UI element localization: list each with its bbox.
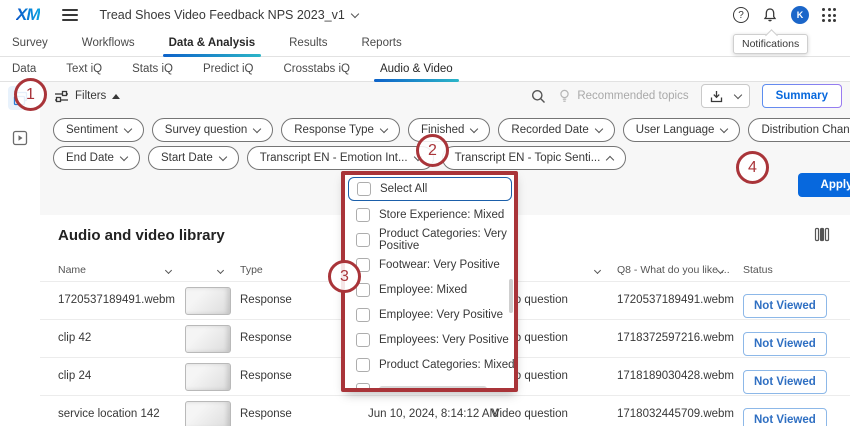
summary-button[interactable]: Summary (762, 84, 842, 108)
column-header-name[interactable]: Name (58, 264, 86, 276)
chevron-down-icon (351, 9, 359, 17)
primary-nav: Survey Workflows Data & Analysis Results… (0, 30, 850, 57)
column-sort-chevron[interactable] (595, 264, 600, 276)
search-icon[interactable] (531, 89, 546, 104)
filter-chip-response-type[interactable]: Response Type (281, 118, 400, 142)
sidebar-item-video-player[interactable] (10, 128, 30, 148)
filter-chips-row-1: Sentiment Survey question Response Type … (53, 118, 850, 142)
status-badge: Not Viewed (743, 332, 827, 356)
cell-name: clip 24 (58, 370, 91, 382)
annotation-circle-2: 2 (416, 134, 449, 167)
table-row[interactable]: service location 142 Response Jun 10, 20… (40, 395, 850, 426)
app-window: XM Tread Shoes Video Feedback NPS 2023_v… (0, 0, 850, 426)
project-title: Tread Shoes Video Feedback NPS 2023_v1 (100, 8, 345, 22)
tab-crosstabs-iq[interactable]: Crosstabs iQ (284, 57, 350, 81)
filter-chip-start-date[interactable]: Start Date (148, 146, 239, 170)
notifications-tooltip: Notifications (733, 34, 808, 54)
xm-logo: XM (16, 5, 40, 25)
video-thumbnail[interactable] (185, 363, 231, 391)
manage-columns-icon[interactable] (814, 227, 830, 242)
chevron-down-icon (733, 91, 741, 99)
annotation-circle-3: 3 (328, 260, 361, 293)
tab-data-analysis[interactable]: Data & Analysis (169, 30, 256, 56)
tab-survey[interactable]: Survey (12, 30, 48, 56)
status-badge: Not Viewed (743, 370, 827, 394)
export-download-icon (710, 90, 723, 103)
lightbulb-icon (558, 89, 571, 103)
tab-reports[interactable]: Reports (361, 30, 401, 56)
cell-type: Response (240, 332, 292, 344)
column-sort-chevron[interactable] (218, 264, 223, 276)
recommended-topics-label: Recommended topics (577, 90, 688, 102)
top-bar: XM Tread Shoes Video Feedback NPS 2023_v… (0, 0, 850, 30)
filter-chip-recorded-date[interactable]: Recorded Date (498, 118, 614, 142)
column-sort-chevron[interactable] (718, 264, 723, 276)
filter-chip-sentiment[interactable]: Sentiment (53, 118, 144, 142)
cell-q8: 1718372597216.webm (617, 332, 734, 344)
apps-grid-icon[interactable] (822, 8, 836, 22)
filter-chip-transcript-emotion[interactable]: Transcript EN - Emotion Int... (247, 146, 434, 170)
cell-q8: 1718189030428.webm (617, 370, 734, 382)
library-title: Audio and video library (58, 227, 225, 244)
cell-source: Video question (492, 408, 568, 420)
help-icon[interactable]: ? (733, 7, 749, 23)
tab-results[interactable]: Results (289, 30, 327, 56)
recommended-topics-button[interactable]: Recommended topics (558, 89, 688, 103)
video-thumbnail[interactable] (185, 287, 231, 315)
filter-chip-user-language[interactable]: User Language (623, 118, 741, 142)
tab-predict-iq[interactable]: Predict iQ (203, 57, 254, 81)
tab-text-iq[interactable]: Text iQ (66, 57, 102, 81)
summary-label: Summary (776, 90, 828, 102)
annotation-circle-1: 1 (14, 78, 47, 111)
video-thumbnail[interactable] (185, 325, 231, 353)
hamburger-menu-icon[interactable] (62, 6, 78, 24)
apply-button[interactable]: Apply (798, 173, 850, 197)
tab-stats-iq[interactable]: Stats iQ (132, 57, 173, 81)
cell-type: Response (240, 408, 292, 420)
cell-q8: 1720537189491.webm (617, 294, 734, 306)
cell-name: clip 42 (58, 332, 91, 344)
cell-type: Response (240, 294, 292, 306)
tab-workflows[interactable]: Workflows (82, 30, 135, 56)
caret-up-icon (112, 94, 120, 99)
column-header-type[interactable]: Type (240, 264, 263, 276)
secondary-nav: Data Text iQ Stats iQ Predict iQ Crossta… (0, 57, 850, 82)
column-sort-chevron[interactable] (166, 264, 171, 276)
export-button[interactable] (701, 84, 750, 108)
tab-audio-video[interactable]: Audio & Video (380, 57, 453, 81)
filter-chips-row-2: End Date Start Date Transcript EN - Emot… (53, 146, 626, 170)
filters-label: Filters (75, 90, 106, 102)
video-play-icon (12, 130, 28, 146)
status-badge: Not Viewed (743, 294, 827, 318)
annotation-rectangle-3 (341, 171, 518, 392)
user-avatar[interactable]: K (791, 6, 809, 24)
cell-q8: 1718032445709.webm (617, 408, 734, 420)
filters-sliders-icon (54, 90, 69, 103)
filters-toggle-button[interactable]: Filters (54, 90, 120, 103)
filter-chip-survey-question[interactable]: Survey question (152, 118, 273, 142)
cell-recorded-date: Jun 10, 2024, 8:14:12 AM (368, 408, 499, 420)
annotation-circle-4: 4 (736, 151, 769, 184)
notifications-bell-icon[interactable] (762, 7, 778, 23)
project-title-menu[interactable]: Tread Shoes Video Feedback NPS 2023_v1 (100, 8, 358, 22)
cell-type: Response (240, 370, 292, 382)
filter-chip-end-date[interactable]: End Date (53, 146, 140, 170)
video-thumbnail[interactable] (185, 401, 231, 426)
column-header-status[interactable]: Status (743, 264, 773, 276)
cell-name: service location 142 (58, 408, 160, 420)
filter-chip-transcript-topic-sentiment[interactable]: Transcript EN - Topic Senti... (442, 146, 627, 170)
filter-chip-distribution-channel[interactable]: Distribution Channel (748, 118, 850, 142)
left-sidebar (0, 82, 40, 426)
status-badge: Not Viewed (743, 408, 827, 426)
column-header-q8[interactable]: Q8 - What do you like ... (617, 264, 730, 276)
cell-name: 1720537189491.webm (58, 294, 175, 306)
